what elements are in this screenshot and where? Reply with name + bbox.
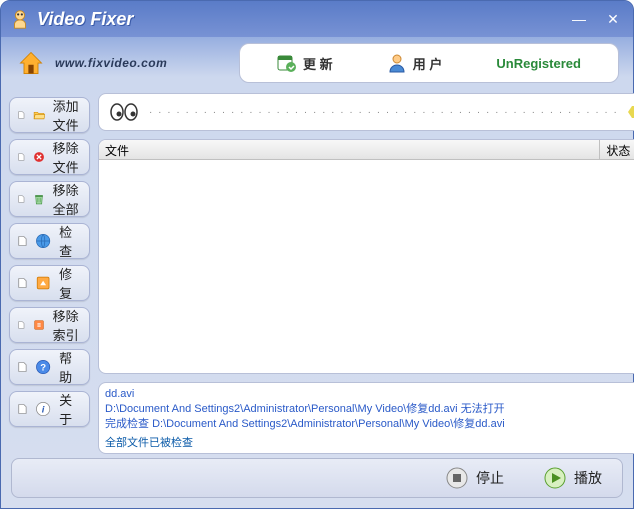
update-label: 更 新 [303,54,333,73]
remove-index-button[interactable]: 移除索引 [9,307,90,343]
file-list-panel: 文件 状态 [98,139,634,374]
update-button[interactable]: 更 新 [269,49,341,77]
header-row: www.fixvideo.com 更 新 用 户 UnRegiste [1,37,633,89]
register-label: UnRegistered [496,56,581,71]
svg-text:?: ? [40,363,46,374]
sidebar-item-label: 帮 助 [59,348,81,386]
sidebar-item-label: 添加文件 [53,96,81,134]
app-title: Video Fixer [37,9,567,30]
stop-button[interactable]: 停止 [438,463,512,493]
register-status[interactable]: UnRegistered [488,52,589,75]
remove-icon [33,146,45,168]
sidebar-item-label: 修 复 [59,264,81,302]
remove-index-icon [33,314,45,336]
sidebar-item-label: 检 查 [59,222,81,260]
svg-text:i: i [42,405,45,416]
user-label: 用 户 [413,54,443,73]
document-icon [18,360,27,374]
column-status[interactable]: 状态 [600,140,634,159]
log-summary: 全部文件已被检查 [105,436,634,451]
document-icon [18,318,25,332]
log-panel: dd.avi D:\Document And Settings2\Adminis… [98,382,634,454]
play-label: 播放 [574,468,602,488]
hex-decoration [628,105,634,119]
titlebar: Video Fixer — ✕ [1,1,633,37]
list-header: 文件 状态 [99,140,634,160]
eyes-icon [109,102,139,122]
sidebar-item-label: 关 于 [59,390,81,428]
footer-bar: 停止 播放 [11,458,623,498]
about-button[interactable]: i 关 于 [9,391,90,427]
check-globe-icon [35,230,51,252]
app-logo-icon [9,8,31,30]
sidebar: 添加文件 移除文件 移除全部 检 查 修 复 [9,93,90,483]
app-window: Video Fixer — ✕ www.fixvideo.com 更 新 [0,0,634,509]
sidebar-item-label: 移除全部 [53,180,81,218]
column-file[interactable]: 文件 [99,140,600,159]
document-icon [18,108,25,122]
sidebar-item-label: 移除索引 [53,306,81,344]
sidebar-item-label: 移除文件 [53,138,81,176]
list-body[interactable] [99,160,634,373]
document-icon [18,402,27,416]
help-icon: ? [35,356,51,378]
document-icon [18,192,25,206]
document-icon [18,276,27,290]
home-icon [17,49,45,77]
hexagon-icon [628,105,634,119]
preview-panel: · · · · · · · · · · · · · · · · · · · · … [98,93,634,131]
progress-dots: · · · · · · · · · · · · · · · · · · · · … [149,107,618,118]
repair-icon [35,272,51,294]
remove-all-button[interactable]: 移除全部 [9,181,90,217]
user-icon [387,53,407,73]
user-button[interactable]: 用 户 [379,49,451,77]
stop-icon [446,467,468,489]
log-line: 完成检查 D:\Document And Settings2\Administr… [105,417,634,432]
play-icon [544,467,566,489]
close-button[interactable]: ✕ [601,9,625,29]
remove-file-button[interactable]: 移除文件 [9,139,90,175]
log-line: D:\Document And Settings2\Administrator\… [105,402,634,417]
repair-button[interactable]: 修 复 [9,265,90,301]
top-toolbar: 更 新 用 户 UnRegistered [239,43,619,83]
add-file-button[interactable]: 添加文件 [9,97,90,133]
calendar-refresh-icon [277,53,297,73]
main-panel: · · · · · · · · · · · · · · · · · · · · … [98,93,634,483]
folder-open-icon [33,104,45,126]
play-button[interactable]: 播放 [536,463,610,493]
document-icon [18,234,27,248]
log-line: dd.avi [105,387,634,402]
trash-icon [33,188,45,210]
stop-label: 停止 [476,468,504,488]
website-url: www.fixvideo.com [55,56,167,70]
minimize-button[interactable]: — [567,9,591,29]
document-icon [18,150,25,164]
body: 添加文件 移除文件 移除全部 检 查 修 复 [1,89,633,483]
check-button[interactable]: 检 查 [9,223,90,259]
window-controls: — ✕ [567,9,625,29]
help-button[interactable]: ? 帮 助 [9,349,90,385]
info-icon: i [35,398,51,420]
